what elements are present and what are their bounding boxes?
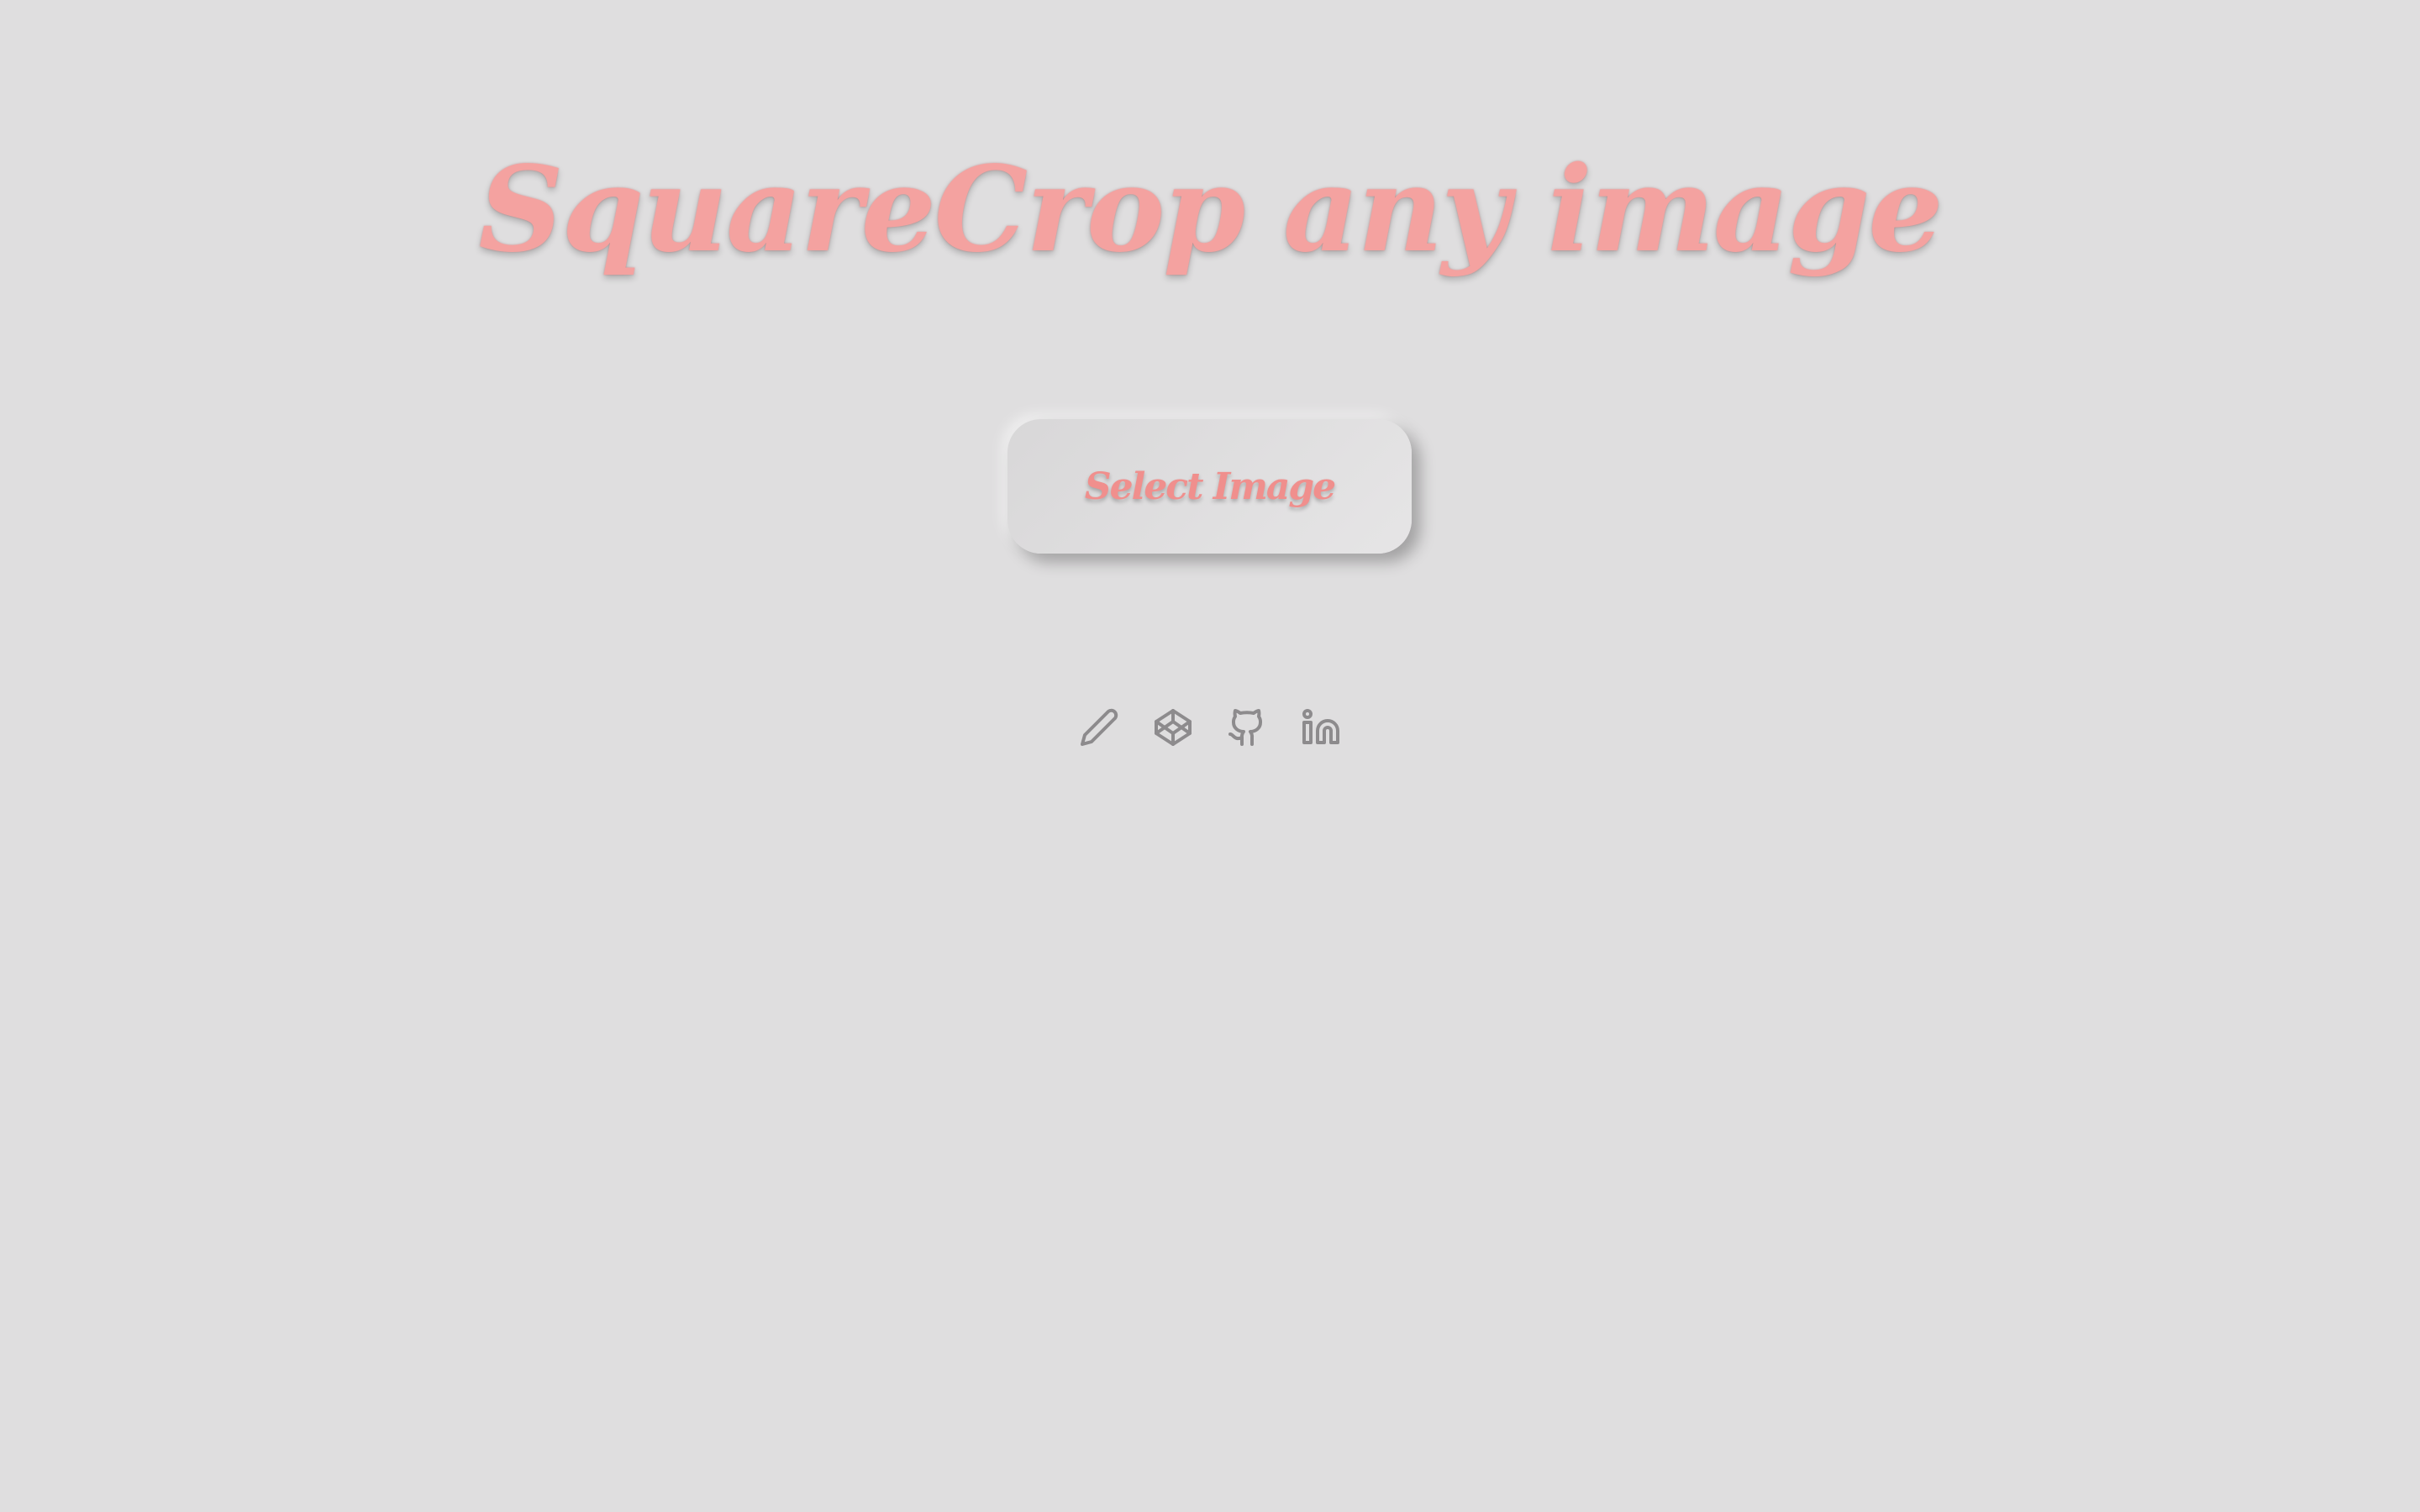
select-image-button-label: Select Image — [1084, 465, 1336, 508]
page-title: SquareCrop any image — [478, 141, 1943, 279]
codepen-icon — [1155, 709, 1192, 746]
pencil-icon — [1081, 708, 1118, 746]
social-links — [1076, 704, 1344, 751]
github-link[interactable] — [1223, 704, 1270, 751]
linkedin-icon — [1302, 709, 1339, 744]
github-icon — [1228, 709, 1263, 746]
pencil-link[interactable] — [1076, 704, 1123, 751]
select-image-button[interactable]: Select Image — [1007, 419, 1412, 554]
linkedin-link[interactable] — [1297, 704, 1344, 751]
codepen-link[interactable] — [1150, 704, 1197, 751]
